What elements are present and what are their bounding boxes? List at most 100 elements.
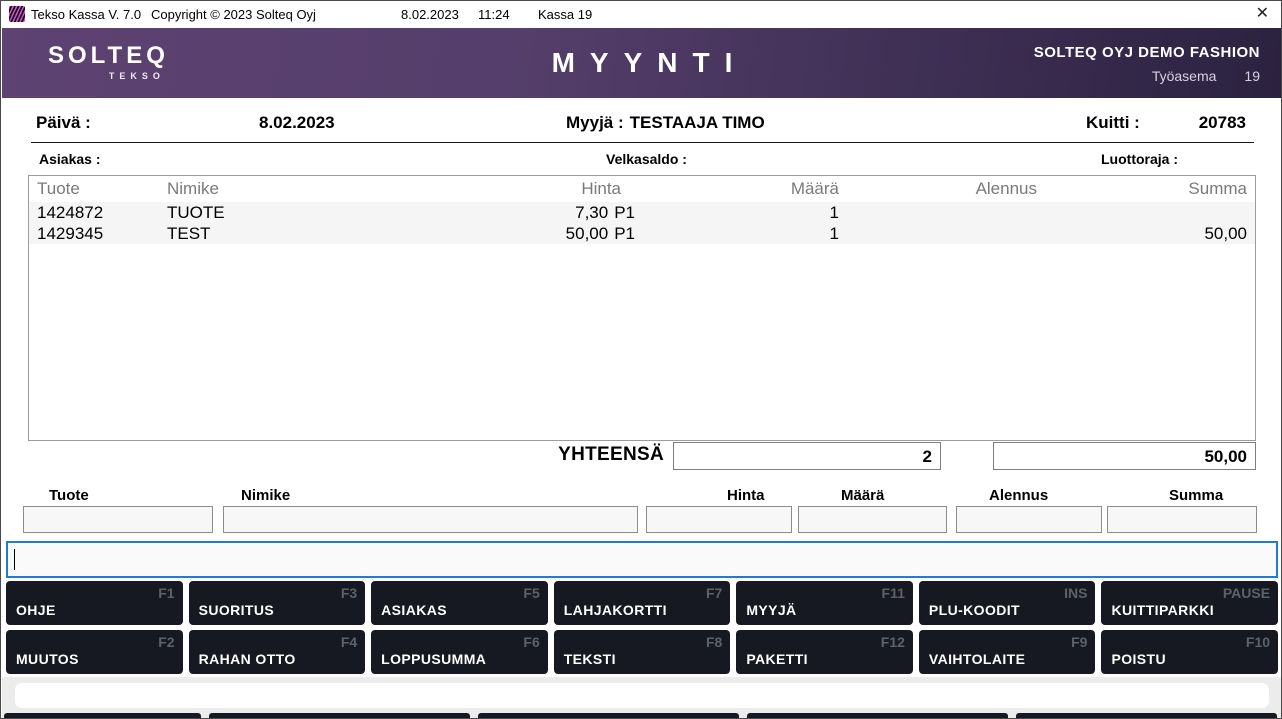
clipped-button-segment — [1016, 713, 1277, 719]
button-key-badge: F4 — [341, 634, 357, 650]
button-label: VAIHTOLAITE — [929, 651, 1025, 667]
clipped-button-segment — [209, 713, 470, 719]
button-label: RAHAN OTTO — [199, 651, 296, 667]
button-key-badge: F1 — [158, 585, 174, 601]
header-right: SOLTEQ OYJ DEMO FASHION Työasema19 — [1034, 44, 1260, 84]
seller-value: TESTAAJA TIMO — [630, 113, 765, 132]
nimike-input[interactable] — [223, 506, 638, 533]
function-key-button[interactable]: POISTU F10 — [1101, 630, 1278, 674]
tuote-input[interactable] — [23, 506, 213, 533]
function-key-button[interactable]: KUITTIPARKKI PAUSE — [1101, 581, 1278, 625]
button-key-badge: PAUSE — [1223, 585, 1270, 601]
button-label: PAKETTI — [746, 651, 808, 667]
function-key-button[interactable]: TEKSTI F8 — [554, 630, 731, 674]
function-key-button[interactable]: OHJE F1 — [6, 581, 183, 625]
alennus-input[interactable] — [956, 506, 1102, 533]
button-label: ASIAKAS — [381, 602, 447, 618]
function-key-button[interactable]: SUORITUS F3 — [189, 581, 366, 625]
pos-window: Tekso Kassa V. 7.0 Copyright © 2023 Solt… — [0, 0, 1282, 719]
function-key-row-1: OHJE F1 SUORITUS F3 ASIAKAS F5 LAHJAKORT… — [6, 581, 1278, 625]
workstation-label: Työasema — [1152, 68, 1217, 84]
titlebar-register: Kassa 19 — [538, 7, 592, 22]
button-label: PLU-KOODIT — [929, 602, 1020, 618]
app-header: SOLTEQ TEKSO MYYNTI SOLTEQ OYJ DEMO FASH… — [2, 28, 1282, 98]
button-label: LOPPUSUMMA — [381, 651, 486, 667]
cell-tuote: 1424872 — [37, 203, 167, 223]
store-name: SOLTEQ OYJ DEMO FASHION — [1034, 44, 1260, 61]
button-label: SUORITUS — [199, 602, 275, 618]
receipt-label: Kuitti : — [1086, 113, 1140, 133]
seller-group: Myyjä : TESTAAJA TIMO — [566, 113, 771, 133]
table-header-row: Tuote Nimike Hinta Määrä Alennus Summa — [29, 176, 1255, 202]
function-key-button[interactable]: RAHAN OTTO F4 — [189, 630, 366, 674]
cell-nimike: TUOTE — [167, 203, 397, 223]
button-key-badge: INS — [1064, 585, 1087, 601]
copyright-text: Copyright © 2023 Solteq Oyj — [151, 7, 316, 22]
entry-label-alennus: Alennus — [989, 487, 1048, 504]
debt-balance-label: Velkasaldo : — [606, 151, 687, 167]
price-value: 50,00 — [566, 224, 609, 244]
titlebar-time: 11:24 — [478, 7, 510, 22]
col-header-nimike: Nimike — [167, 179, 397, 199]
text-caret — [14, 549, 15, 570]
close-icon[interactable]: ✕ — [1256, 5, 1269, 23]
function-key-button[interactable]: PLU-KOODIT INS — [919, 581, 1096, 625]
function-key-button[interactable]: ASIAKAS F5 — [371, 581, 548, 625]
button-key-badge: F9 — [1071, 634, 1087, 650]
summa-input[interactable] — [1107, 506, 1257, 533]
button-label: TEKSTI — [564, 651, 616, 667]
date-value: 8.02.2023 — [259, 113, 335, 133]
entry-label-tuote: Tuote — [49, 487, 89, 504]
workstation-info: Työasema19 — [1034, 68, 1260, 84]
function-key-button[interactable]: VAIHTOLAITE F9 — [919, 630, 1096, 674]
clipped-button-segment — [478, 713, 739, 719]
maara-input[interactable] — [798, 506, 947, 533]
col-header-summa: Summa — [1037, 179, 1247, 199]
button-key-badge: F6 — [523, 634, 539, 650]
button-key-badge: F2 — [158, 634, 174, 650]
total-label: YHTEENSÄ — [481, 444, 664, 466]
customer-label: Asiakas : — [39, 151, 100, 167]
receipt-number: 20783 — [1141, 113, 1246, 133]
col-header-tuote: Tuote — [37, 179, 167, 199]
command-input[interactable] — [6, 541, 1278, 578]
entry-label-summa: Summa — [1169, 487, 1223, 504]
bottom-bar — [2, 677, 1282, 719]
table-row[interactable]: 1429345 TEST 50,00 P1 1 50,00 — [29, 223, 1255, 244]
button-key-badge: F10 — [1246, 634, 1270, 650]
price-code: P1 — [614, 224, 635, 244]
button-key-badge: F12 — [881, 634, 905, 650]
function-key-button[interactable]: LAHJAKORTTI F7 — [554, 581, 731, 625]
app-icon — [9, 6, 25, 22]
cell-hinta: 7,30 P1 — [397, 203, 635, 223]
price-value: 7,30 — [575, 203, 608, 223]
function-key-button[interactable]: PAKETTI F12 — [736, 630, 913, 674]
credit-limit-label: Luottoraja : — [1101, 151, 1178, 167]
total-quantity-box: 2 — [673, 442, 941, 470]
entry-label-nimike: Nimike — [241, 487, 290, 504]
col-header-hinta: Hinta — [397, 179, 635, 199]
clipped-button-row — [4, 713, 1278, 719]
clipped-button-segment — [747, 713, 1008, 719]
hinta-input[interactable] — [646, 506, 792, 533]
button-key-badge: F11 — [882, 585, 905, 601]
function-key-button[interactable]: LOPPUSUMMA F6 — [371, 630, 548, 674]
entry-label-maara: Määrä — [841, 487, 884, 504]
function-key-button[interactable]: MYYJÄ F11 — [736, 581, 913, 625]
status-message-bar — [15, 683, 1269, 708]
button-label: POISTU — [1111, 651, 1166, 667]
seller-label: Myyjä : — [566, 113, 624, 132]
button-key-badge: F5 — [523, 585, 539, 601]
button-label: KUITTIPARKKI — [1111, 602, 1214, 618]
function-key-row-2: MUUTOS F2 RAHAN OTTO F4 LOPPUSUMMA F6 TE… — [6, 630, 1278, 674]
clipped-button-segment — [4, 713, 201, 719]
cell-summa: 50,00 — [1037, 224, 1247, 244]
button-label: MUUTOS — [16, 651, 79, 667]
button-key-badge: F7 — [706, 585, 722, 601]
button-label: MYYJÄ — [746, 602, 796, 618]
app-title: Tekso Kassa V. 7.0 — [31, 7, 141, 22]
table-row[interactable]: 1424872 TUOTE 7,30 P1 1 — [29, 202, 1255, 223]
button-key-badge: F8 — [706, 634, 722, 650]
function-key-button[interactable]: MUUTOS F2 — [6, 630, 183, 674]
price-code: P1 — [614, 203, 635, 223]
